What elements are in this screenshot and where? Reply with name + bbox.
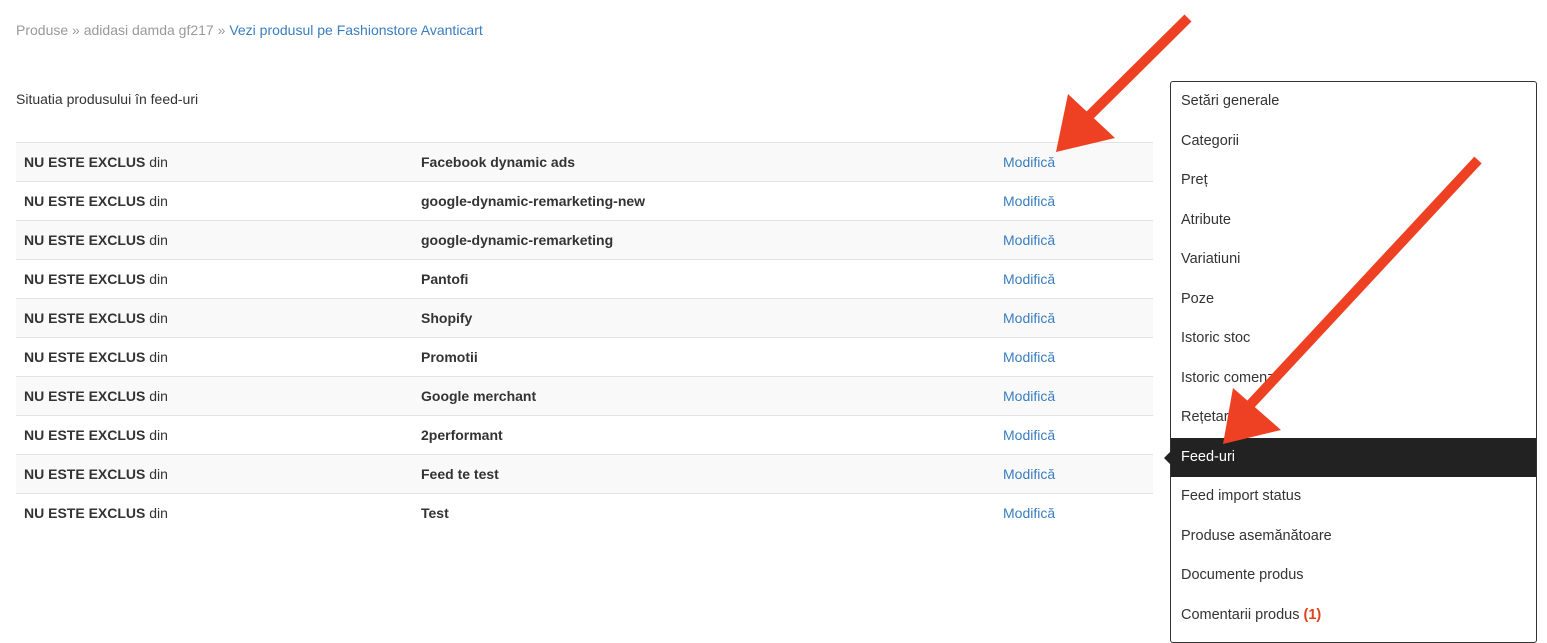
feed-status-suffix: din: [149, 310, 168, 326]
sidebar-item-atribute[interactable]: Atribute: [1171, 201, 1536, 241]
sidebar-item-label: Produse asemănătoare: [1181, 527, 1332, 544]
feed-status-suffix: din: [149, 505, 168, 522]
feed-status-label: NU ESTE EXCLUS: [24, 427, 146, 443]
feed-status-cell: NU ESTE EXCLUS din: [16, 493, 413, 533]
table-row: NU ESTE EXCLUS din Test Modifică: [16, 493, 1153, 533]
feed-status-suffix: din: [149, 466, 168, 482]
feed-status-cell: NU ESTE EXCLUS din: [16, 259, 413, 299]
sidebar-item-label: Setări generale: [1181, 93, 1280, 109]
feed-name: Test: [413, 493, 995, 533]
section-title: Situatia produsului în feed-uri: [16, 91, 199, 107]
feed-status-suffix: din: [149, 349, 168, 365]
comment-count-badge: (1): [1303, 606, 1322, 623]
sidebar-item-label: Preț: [1181, 172, 1208, 188]
modify-link[interactable]: Modifică: [995, 415, 1153, 455]
modify-link[interactable]: Modifică: [995, 181, 1153, 221]
feed-status-label: NU ESTE EXCLUS: [24, 154, 146, 170]
feed-status-label: NU ESTE EXCLUS: [24, 388, 146, 404]
sidebar-item-label: Feed-uri: [1181, 448, 1235, 465]
feed-status-label: NU ESTE EXCLUS: [24, 466, 146, 482]
sidebar-item-label: Rețetar: [1181, 409, 1229, 425]
feed-status-suffix: din: [149, 154, 168, 170]
feed-status-suffix: din: [149, 232, 168, 248]
sidebar-item-categorii[interactable]: Categorii: [1171, 122, 1536, 162]
table-row: NU ESTE EXCLUS din Facebook dynamic ads Mo…: [16, 142, 1153, 182]
breadcrumb-separator: »: [72, 22, 80, 38]
feed-status-cell: NU ESTE EXCLUS din: [16, 454, 413, 494]
table-row: NU ESTE EXCLUS din 2performant Modifică: [16, 415, 1153, 455]
feed-status-label: NU ESTE EXCLUS: [24, 505, 146, 522]
sidebar-item-comentarii-produs[interactable]: Comentarii produs (1): [1171, 596, 1536, 636]
sidebar-item-retetar[interactable]: Rețetar: [1171, 398, 1536, 438]
sidebar-item-label: Feed import status: [1181, 488, 1302, 504]
feed-name: Shopify: [413, 298, 995, 338]
feed-status-cell: NU ESTE EXCLUS din: [16, 337, 413, 377]
feed-name: google-dynamic-remarketing: [413, 220, 995, 260]
table-row: NU ESTE EXCLUS din google-dynamic-remarke…: [16, 220, 1153, 260]
sidebar-item-setari-generale[interactable]: Setări generale: [1171, 82, 1536, 122]
feed-status-label: NU ESTE EXCLUS: [24, 349, 146, 365]
table-row: NU ESTE EXCLUS din Google merchant Modific…: [16, 376, 1153, 416]
feed-status-suffix: din: [149, 427, 168, 443]
feed-name: Pantofi: [413, 259, 995, 299]
feed-status-suffix: din: [149, 193, 168, 209]
sidebar-item-pret[interactable]: Preț: [1171, 161, 1536, 201]
table-row: NU ESTE EXCLUS din google-dynamic-remarke…: [16, 181, 1153, 221]
feed-name: Facebook dynamic ads: [413, 142, 995, 182]
table-row: NU ESTE EXCLUS din Pantofi Modifică: [16, 259, 1153, 299]
feed-status-suffix: din: [149, 388, 168, 404]
modify-link[interactable]: Modifică: [995, 493, 1153, 533]
sidebar-item-feed-import-status[interactable]: Feed import status: [1171, 477, 1536, 517]
sidebar-item-produse-asemanatoare[interactable]: Produse asemănătoare: [1171, 517, 1536, 557]
modify-link[interactable]: Modifică: [995, 220, 1153, 260]
modify-link[interactable]: Modifică: [995, 337, 1153, 377]
feed-name: 2performant: [413, 415, 995, 455]
sidebar-item-poze[interactable]: Poze: [1171, 280, 1536, 320]
sidebar-item-label: Comentarii produs: [1181, 606, 1300, 623]
feed-name: Promotii: [413, 337, 995, 377]
feed-status-cell: NU ESTE EXCLUS din: [16, 415, 413, 455]
feed-status-cell: NU ESTE EXCLUS din: [16, 142, 413, 182]
view-product-link[interactable]: Vezi produsul pe Fashionstore Avanticart: [229, 22, 482, 38]
feed-status-suffix: din: [149, 271, 168, 287]
modify-link[interactable]: Modifică: [995, 142, 1153, 182]
feeds-table: NU ESTE EXCLUS din Facebook dynamic ads Mo…: [16, 142, 1153, 533]
sidebar-item-label: Atribute: [1181, 211, 1231, 228]
sidebar-item-variatiuni[interactable]: Variatiuni: [1171, 240, 1536, 280]
sidebar-item-label: Documente produs: [1181, 567, 1304, 583]
modify-link[interactable]: Modifică: [995, 454, 1153, 494]
feed-status-label: NU ESTE EXCLUS: [24, 232, 146, 248]
feed-status-cell: NU ESTE EXCLUS din: [16, 376, 413, 416]
breadcrumb-item-produse[interactable]: Produse: [16, 22, 68, 38]
breadcrumb-separator: »: [217, 22, 226, 38]
sidebar-item-label: Istoric stoc: [1181, 330, 1251, 346]
table-row: NU ESTE EXCLUS din Feed te test Modifică: [16, 454, 1153, 494]
sidebar-item-documente-produs[interactable]: Documente produs: [1171, 556, 1536, 596]
sidebar-item-label: Variatiuni: [1181, 251, 1241, 267]
breadcrumb-item-product[interactable]: adidasi damda gf217: [84, 22, 214, 38]
table-row: NU ESTE EXCLUS din Promotii Modifică: [16, 337, 1153, 377]
feed-status-cell: NU ESTE EXCLUS din: [16, 181, 413, 221]
feed-status-cell: NU ESTE EXCLUS din: [16, 298, 413, 338]
modify-link[interactable]: Modifică: [995, 298, 1153, 338]
sidebar-item-feed-uri[interactable]: Feed-uri: [1164, 437, 1536, 477]
feed-status-cell: NU ESTE EXCLUS din: [16, 220, 413, 260]
sidebar-item-label: Poze: [1181, 290, 1215, 307]
modify-link[interactable]: Modifică: [995, 376, 1153, 416]
feed-name: Feed te test: [413, 454, 995, 494]
feed-status-label: NU ESTE EXCLUS: [24, 310, 146, 326]
sidebar-item-istoric-stoc[interactable]: Istoric stoc: [1171, 319, 1536, 359]
feed-status-label: NU ESTE EXCLUS: [24, 193, 146, 209]
sidebar-item-istoric-comenzi[interactable]: Istoric comenzi: [1171, 359, 1536, 399]
feed-status-label: NU ESTE EXCLUS: [24, 271, 146, 287]
feed-name: google-dynamic-remarketing-new: [413, 181, 995, 221]
modify-link[interactable]: Modifică: [995, 259, 1153, 299]
sidebar-item-label: Istoric comenzi: [1181, 369, 1278, 386]
breadcrumb: Produse » adidasi damda gf217 » Vezi pro…: [16, 22, 483, 38]
table-row: NU ESTE EXCLUS din Shopify Modifică: [16, 298, 1153, 338]
sidebar-item-label: Categorii: [1181, 132, 1240, 149]
feed-name: Google merchant: [413, 376, 995, 416]
product-side-menu: Setări generale Categorii Preț Atribute Vari…: [1164, 81, 1537, 643]
